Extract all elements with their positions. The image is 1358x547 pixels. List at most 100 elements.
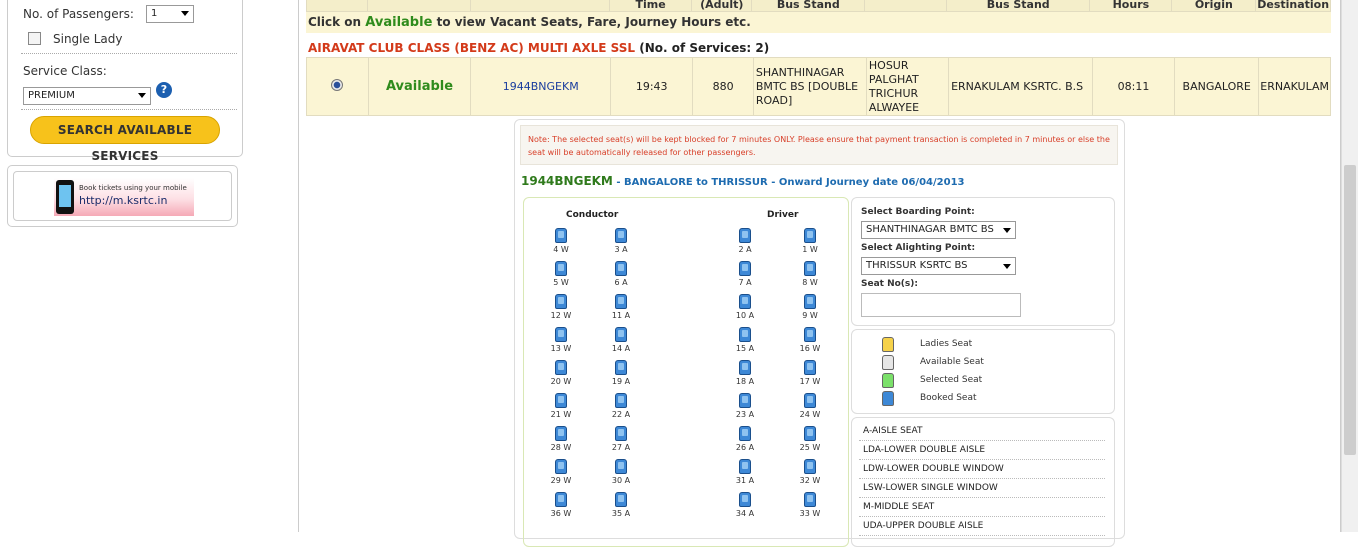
seat[interactable]: 5 W (546, 261, 576, 293)
seat[interactable]: 25 W (795, 426, 825, 458)
search-available-services-button[interactable]: SEARCH AVAILABLE SERVICES (30, 116, 220, 163)
booked-seat-icon (739, 426, 751, 441)
single-lady-label: Single Lady (53, 32, 123, 46)
seat[interactable]: 35 A (606, 492, 636, 524)
seat-no-input[interactable] (861, 293, 1021, 317)
mobile-banner-url[interactable]: http://m.ksrtc.in (79, 194, 167, 207)
boarding-form: Select Boarding Point: SHANTHINAGAR BMTC… (851, 197, 1115, 326)
booked-seat-icon (615, 294, 627, 309)
seat[interactable]: 31 A (730, 459, 760, 491)
seat-number: 10 A (735, 311, 755, 320)
boarding-point-select[interactable]: SHANTHINAGAR BMTC BS (861, 221, 1016, 239)
journey-heading: 1944BNGEKM - BANGALORE to THRISSUR - Onw… (521, 174, 965, 188)
booked-seat-icon (555, 393, 567, 408)
available-link[interactable]: Available (386, 79, 453, 94)
passengers-label: No. of Passengers: (23, 7, 134, 21)
booked-seat-icon (804, 261, 816, 276)
seat[interactable]: 34 A (730, 492, 760, 524)
legend-seat-icon (882, 391, 894, 406)
seat[interactable]: 27 A (606, 426, 636, 458)
vertical-scrollbar[interactable] (1341, 0, 1358, 532)
alighting-point-select[interactable]: THRISSUR KSRTC BS (861, 257, 1016, 275)
service-class-select[interactable]: PREMIUM (23, 87, 151, 105)
booked-seat-icon (739, 228, 751, 243)
seat[interactable]: 16 W (795, 327, 825, 359)
seat[interactable]: 29 W (546, 459, 576, 491)
seat[interactable]: 14 A (606, 327, 636, 359)
seat-number: 17 W (799, 377, 821, 386)
seat[interactable]: 22 A (606, 393, 636, 425)
seat-number: 1 W (802, 245, 818, 254)
seat[interactable]: 17 W (795, 360, 825, 392)
booked-seat-icon (804, 228, 816, 243)
seat[interactable]: 12 W (546, 294, 576, 326)
booked-seat-icon (739, 327, 751, 342)
table-row[interactable]: Available 1944BNGEKM 19:43 880 SHANTHINA… (306, 57, 1331, 116)
seat[interactable]: 15 A (730, 327, 760, 359)
seat[interactable]: 6 A (606, 261, 636, 293)
seat[interactable]: 13 W (546, 327, 576, 359)
seat[interactable]: 32 W (795, 459, 825, 491)
seat[interactable]: 1 W (795, 228, 825, 260)
booked-seat-icon (739, 393, 751, 408)
seat[interactable]: 24 W (795, 393, 825, 425)
seat[interactable]: 36 W (546, 492, 576, 524)
booked-seat-icon (615, 327, 627, 342)
seat[interactable]: 4 W (546, 228, 576, 260)
seat[interactable]: 33 W (795, 492, 825, 524)
passengers-select[interactable]: 1 (146, 5, 194, 23)
seat-number: 7 A (738, 278, 752, 287)
seat-type-list: A-AISLE SEAT LDA-LOWER DOUBLE AISLE LDW-LO… (851, 417, 1115, 547)
booked-seat-icon (615, 228, 627, 243)
booked-seat-icon (615, 492, 627, 507)
booked-seat-icon (615, 459, 627, 474)
seat[interactable]: 26 A (730, 426, 760, 458)
seat[interactable]: 10 A (730, 294, 760, 326)
col-header: Bus Stand (946, 0, 1091, 12)
single-lady-checkbox[interactable] (28, 32, 41, 45)
main-content: Time (Adult) Bus Stand Bus Stand Hours O… (298, 0, 1341, 547)
seat[interactable]: 18 A (730, 360, 760, 392)
col-header (469, 0, 611, 12)
seat[interactable]: 11 A (606, 294, 636, 326)
seat[interactable]: 23 A (730, 393, 760, 425)
seat[interactable]: 7 A (730, 261, 760, 293)
service-code-cell: 1944BNGEKM (470, 57, 612, 116)
service-radio[interactable] (331, 79, 344, 91)
legend-label: Ladies Seat (920, 339, 973, 349)
service-code-link[interactable]: 1944BNGEKM (503, 80, 579, 93)
booked-seat-icon (739, 360, 751, 375)
legend-seat-icon (882, 373, 894, 388)
seat-number: 4 W (553, 245, 569, 254)
seat[interactable]: 19 A (606, 360, 636, 392)
seat-number: 33 W (799, 509, 821, 518)
search-panel: No. of Passengers: 1 Single Lady Service… (7, 0, 243, 163)
seat-number: 6 A (614, 278, 628, 287)
legend-label: Booked Seat (920, 393, 977, 403)
destination: ERNAKULAM (1258, 57, 1331, 116)
legend-seat-icon (882, 337, 894, 352)
mobile-promo-panel: Book tickets using your mobile http://m.… (7, 165, 238, 227)
seat[interactable]: 3 A (606, 228, 636, 260)
seat[interactable]: 28 W (546, 426, 576, 458)
seat[interactable]: 30 A (606, 459, 636, 491)
booked-seat-icon (804, 294, 816, 309)
scrollbar-thumb[interactable] (1344, 165, 1356, 455)
list-item: LDW-LOWER DOUBLE WINDOW (859, 460, 1105, 479)
seat-number: 36 W (550, 509, 572, 518)
seat[interactable]: 2 A (730, 228, 760, 260)
fare: 880 (692, 57, 754, 116)
seat[interactable]: 21 W (546, 393, 576, 425)
seat[interactable]: 20 W (546, 360, 576, 392)
booked-seat-icon (555, 327, 567, 342)
boarding-point-label: Select Boarding Point: (861, 207, 975, 217)
seat-number: 25 W (799, 443, 821, 452)
arrival-stand: ERNAKULAM KSRTC. B.S (948, 57, 1093, 116)
seat-number: 8 W (802, 278, 818, 287)
seat[interactable]: 8 W (795, 261, 825, 293)
service-class-label: Service Class: (23, 64, 107, 78)
list-item: A-AISLE SEAT (859, 422, 1105, 441)
booked-seat-icon (615, 426, 627, 441)
seat[interactable]: 9 W (795, 294, 825, 326)
help-icon[interactable]: ? (156, 82, 172, 98)
